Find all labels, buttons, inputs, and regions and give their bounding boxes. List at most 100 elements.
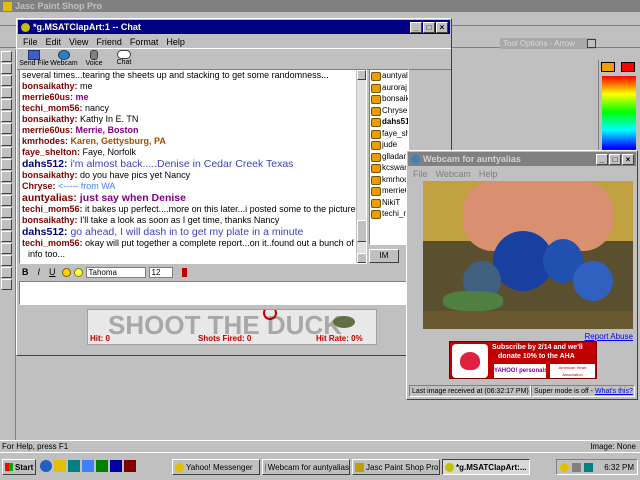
line-tool-icon[interactable] bbox=[1, 267, 12, 278]
message-text: <----- from WA bbox=[55, 181, 116, 191]
task-yahoo-messenger[interactable]: Yahoo! Messenger bbox=[172, 459, 260, 475]
mover-tool-icon[interactable] bbox=[1, 99, 12, 110]
task-webcam[interactable]: Webcam for auntyalias bbox=[262, 459, 350, 475]
word-icon[interactable] bbox=[110, 460, 122, 472]
dropper-tool-icon[interactable] bbox=[1, 147, 12, 158]
webcam-menu-webcam[interactable]: Webcam bbox=[432, 169, 475, 179]
outlook-icon[interactable] bbox=[54, 460, 66, 472]
user-list-item[interactable]: auroraj bbox=[370, 82, 408, 94]
user-list-item[interactable]: dahs512 bbox=[370, 116, 408, 128]
message-input[interactable] bbox=[19, 281, 449, 305]
minimize-button[interactable]: _ bbox=[410, 21, 422, 33]
tray-speaker-icon[interactable] bbox=[572, 462, 581, 472]
menu-friend[interactable]: Friend bbox=[92, 37, 126, 47]
message-text: me bbox=[73, 92, 89, 102]
font-select[interactable]: Tahoma bbox=[85, 266, 146, 278]
start-button[interactable]: Start bbox=[2, 459, 36, 475]
ie-icon[interactable] bbox=[40, 460, 52, 472]
font-size-select[interactable]: 12 bbox=[148, 266, 173, 278]
close-button[interactable]: × bbox=[436, 21, 448, 33]
webcam-button[interactable]: Webcam bbox=[49, 49, 79, 69]
menu-file[interactable]: File bbox=[19, 37, 42, 47]
shape-tool-icon[interactable] bbox=[1, 279, 12, 290]
desktop-icon[interactable] bbox=[68, 460, 80, 472]
user-list-item[interactable]: merrie60 bbox=[370, 185, 408, 197]
user-list[interactable]: auntyaliasaurorajbonsaikathyChrysedahs51… bbox=[369, 69, 409, 245]
ad-banner[interactable]: SHOOT THE DUCK Hit: 0 Shots Fired: 0 Hit… bbox=[87, 309, 377, 345]
arrow-tool-icon[interactable] bbox=[1, 51, 12, 62]
message-list: several times...tearing the sheets up an… bbox=[20, 70, 366, 260]
user-list-item[interactable]: jude bbox=[370, 139, 408, 151]
scroll-down-icon[interactable] bbox=[357, 253, 366, 263]
chat-scrollbar[interactable] bbox=[356, 70, 366, 263]
crop-tool-icon[interactable] bbox=[1, 87, 12, 98]
webcam-menu-file[interactable]: File bbox=[409, 169, 432, 179]
user-list-item[interactable]: techi_m bbox=[370, 208, 408, 220]
zoom-tool-icon[interactable] bbox=[1, 63, 12, 74]
airbrush-tool-icon[interactable] bbox=[1, 231, 12, 242]
webcam-menu-help[interactable]: Help bbox=[475, 169, 502, 179]
buzz-icon[interactable] bbox=[181, 267, 187, 277]
webcam-minimize-button[interactable]: _ bbox=[596, 153, 608, 165]
user-list-item[interactable]: kcswartz bbox=[370, 162, 408, 174]
tool-options-bar[interactable]: Tool Options - Arrow bbox=[500, 38, 596, 49]
user-list-item[interactable]: faye_shelton bbox=[370, 128, 408, 140]
task-chat[interactable]: *g.MSATClapArt:... bbox=[442, 459, 530, 475]
whats-this-link[interactable]: What's this? bbox=[595, 388, 633, 395]
paintbrush-tool-icon[interactable] bbox=[1, 159, 12, 170]
menu-format[interactable]: Format bbox=[126, 37, 163, 47]
menu-help[interactable]: Help bbox=[162, 37, 189, 47]
scroll-up-icon[interactable] bbox=[357, 70, 366, 80]
scroll-thumb[interactable] bbox=[357, 220, 366, 242]
webcam-ad[interactable]: Subscribe by 2/14 and we'll donate 10% t… bbox=[449, 341, 597, 379]
foreground-swatch[interactable] bbox=[601, 62, 615, 72]
maximize-button[interactable]: □ bbox=[423, 21, 435, 33]
message-text: go ahead, I will dash in to get my plate… bbox=[67, 226, 304, 238]
chat-messages[interactable]: several times...tearing the sheets up an… bbox=[19, 69, 367, 264]
picture-tube-tool-icon[interactable] bbox=[1, 219, 12, 230]
text-tool-icon[interactable] bbox=[1, 255, 12, 266]
tray-yahoo-icon[interactable] bbox=[560, 462, 569, 472]
user-list-item[interactable]: NikiT bbox=[370, 197, 408, 209]
user-list-item[interactable]: auntyalias bbox=[370, 70, 408, 82]
app-icon[interactable] bbox=[124, 460, 136, 472]
color-picker-icon[interactable] bbox=[61, 267, 71, 277]
webcam-maximize-button[interactable]: □ bbox=[609, 153, 621, 165]
clone-tool-icon[interactable] bbox=[1, 171, 12, 182]
flood-fill-tool-icon[interactable] bbox=[1, 243, 12, 254]
webcam-close-button[interactable]: × bbox=[622, 153, 634, 165]
color-replacer-tool-icon[interactable] bbox=[1, 183, 12, 194]
user-list-item[interactable]: bonsaikathy bbox=[370, 93, 408, 105]
voice-button[interactable]: Voice bbox=[79, 49, 109, 69]
tool-options-close-icon[interactable] bbox=[587, 39, 596, 48]
bold-button[interactable]: B bbox=[19, 267, 32, 277]
task-paint-shop-pro[interactable]: Jasc Paint Shop Pro bbox=[352, 459, 440, 475]
channels-icon[interactable] bbox=[82, 460, 94, 472]
chat-button[interactable]: Chat bbox=[109, 49, 139, 69]
selection-tool-icon[interactable] bbox=[1, 111, 12, 122]
message-text: Merrie, Boston bbox=[73, 125, 139, 135]
report-abuse-link[interactable]: Report Abuse bbox=[585, 332, 633, 341]
webcam-label: Webcam bbox=[50, 60, 78, 67]
chat-message: bonsaikathy: do you have pics yet Nancy bbox=[22, 170, 364, 181]
user-list-item[interactable]: kmrhodes bbox=[370, 174, 408, 186]
italic-button[interactable]: I bbox=[35, 267, 44, 277]
smiley-icon[interactable] bbox=[73, 267, 83, 277]
send-file-button[interactable]: Send File bbox=[19, 49, 49, 69]
menu-edit[interactable]: Edit bbox=[42, 37, 66, 47]
tray-network-icon[interactable] bbox=[584, 462, 593, 472]
background-swatch[interactable] bbox=[621, 62, 635, 72]
retouch-tool-icon[interactable] bbox=[1, 195, 12, 206]
user-list-item[interactable]: glladams bbox=[370, 151, 408, 163]
im-button[interactable]: IM bbox=[369, 249, 399, 263]
webcam-status-right: Super mode is off - What's this? bbox=[531, 385, 635, 397]
excel-icon[interactable] bbox=[96, 460, 108, 472]
deform-tool-icon[interactable] bbox=[1, 75, 12, 86]
eraser-tool-icon[interactable] bbox=[1, 207, 12, 218]
magic-wand-tool-icon[interactable] bbox=[1, 135, 12, 146]
user-list-item[interactable]: Chryse bbox=[370, 105, 408, 117]
psp-titlebar: Jasc Paint Shop Pro bbox=[0, 0, 640, 12]
freehand-tool-icon[interactable] bbox=[1, 123, 12, 134]
underline-button[interactable]: U bbox=[46, 267, 59, 277]
menu-view[interactable]: View bbox=[65, 37, 92, 47]
